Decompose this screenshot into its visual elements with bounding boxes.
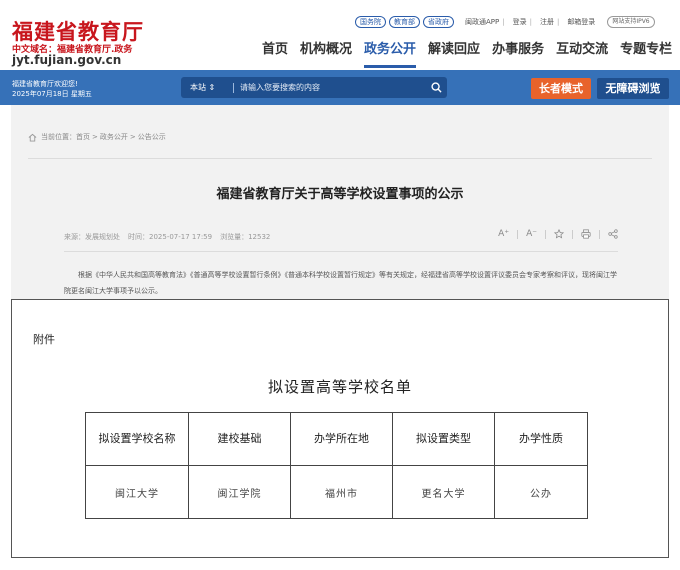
search-box: 本站 ⇕ 请输入您要搜索的内容 xyxy=(181,77,447,98)
search-scope-label: 本站 xyxy=(190,83,206,92)
table-cell: 闽江大学 xyxy=(85,465,189,519)
divider xyxy=(28,158,652,159)
table-header: 拟设置学校名称 xyxy=(85,412,189,466)
share-icon xyxy=(608,229,618,239)
school-table: 拟设置学校名称 建校基础 办学所在地 拟设置类型 办学性质 闽江大学 闽江学院 … xyxy=(85,412,588,519)
utility-bar: 福建省教育厅欢迎您! 2025年07月18日 星期五 本站 ⇕ 请输入您要搜索的… xyxy=(0,70,680,105)
article-body: 根据《中华人民共和国高等教育法》《普通高等学校设置暂行条例》《普通本科学校设置暂… xyxy=(64,271,617,295)
share-button[interactable] xyxy=(608,229,618,239)
site-domain: jyt.fujian.gov.cn xyxy=(12,53,122,67)
font-decrease-button[interactable]: A⁻ xyxy=(526,229,537,239)
ipv6-badge: 网站支持IPV6 xyxy=(607,16,655,28)
table-cell: 闽江学院 xyxy=(188,465,291,519)
font-increase-button[interactable]: A⁺ xyxy=(498,229,509,239)
divider xyxy=(572,229,573,239)
main-nav: 首页 机构概况 政务公开 解读回应 办事服务 互动交流 专题专栏 xyxy=(262,40,672,68)
link-register[interactable]: 注册 xyxy=(540,17,554,27)
site-header: 福建省教育厅 中文域名：福建省教育厅.政务 jyt.fujian.gov.cn … xyxy=(0,0,680,70)
top-links: 国务院 教育部 省政府 闽政通APP | 登录 | 注册 | 邮箱登录 网站支持… xyxy=(355,16,655,28)
search-scope-select[interactable]: 本站 ⇕ xyxy=(181,82,229,93)
nav-home[interactable]: 首页 xyxy=(262,40,288,68)
attachment-section: 附件 拟设置高等学校名单 拟设置学校名称 建校基础 办学所在地 拟设置类型 办学… xyxy=(11,299,669,558)
print-button[interactable] xyxy=(581,229,591,239)
table-header: 办学性质 xyxy=(494,412,588,466)
link-mail-login[interactable]: 邮箱登录 xyxy=(567,17,595,27)
attachment-label: 附件 xyxy=(33,333,55,346)
link-login[interactable]: 登录 xyxy=(513,17,527,27)
divider: | xyxy=(556,18,560,26)
nav-about[interactable]: 机构概况 xyxy=(300,40,352,68)
table-cell: 公办 xyxy=(494,465,588,519)
table-cell: 福州市 xyxy=(290,465,393,519)
breadcrumb-notices[interactable]: 公告公示 xyxy=(138,132,166,142)
search-icon xyxy=(430,82,442,93)
table-header: 拟设置类型 xyxy=(392,412,495,466)
breadcrumb-separator: > xyxy=(129,133,136,141)
table-header: 办学所在地 xyxy=(290,412,393,466)
elder-mode-button[interactable]: 长者模式 xyxy=(531,78,591,99)
article-source: 来源：发展规划处 xyxy=(64,233,120,241)
list-title: 拟设置高等学校名单 xyxy=(267,378,412,396)
divider xyxy=(599,229,600,239)
welcome-text: 福建省教育厅欢迎您! xyxy=(12,80,78,88)
nav-gov-affairs[interactable]: 政务公开 xyxy=(364,40,417,68)
favorite-button[interactable] xyxy=(554,229,564,239)
article-meta: 来源：发展规划处 时间：2025-07-17 17:59 浏览量：12532 xyxy=(64,232,278,242)
divider: | xyxy=(529,18,532,26)
breadcrumb-separator: > xyxy=(92,133,98,141)
link-state-council[interactable]: 国务院 xyxy=(355,16,386,28)
breadcrumb-home[interactable]: 首页 xyxy=(76,132,90,142)
divider: | xyxy=(502,18,505,26)
nav-interpretation[interactable]: 解读回应 xyxy=(428,40,480,68)
article-panel: 当前位置： 首页 > 政务公开 > 公告公示 福建省教育厅关于高等学校设置事项的… xyxy=(11,105,669,299)
star-icon xyxy=(554,229,564,239)
updown-icon: ⇕ xyxy=(208,83,216,92)
accessible-browse-button[interactable]: 无障碍浏览 xyxy=(597,78,669,99)
search-button[interactable] xyxy=(425,77,447,98)
divider xyxy=(517,229,519,239)
divider xyxy=(233,82,234,93)
search-input[interactable]: 请输入您要搜索的内容 xyxy=(240,82,425,93)
breadcrumb-gov-affairs[interactable]: 政务公开 xyxy=(100,132,128,142)
article-title: 福建省教育厅关于高等学校设置事项的公示 xyxy=(216,187,464,202)
nav-services[interactable]: 办事服务 xyxy=(492,40,544,68)
table-header: 建校基础 xyxy=(188,412,291,466)
link-provincial-gov[interactable]: 省政府 xyxy=(423,16,454,28)
article-views: 浏览量：12532 xyxy=(220,233,271,241)
nav-interaction[interactable]: 互动交流 xyxy=(556,40,608,68)
link-app[interactable]: 闽政通APP xyxy=(465,17,499,27)
divider xyxy=(545,229,546,239)
breadcrumb-label: 当前位置： xyxy=(41,133,76,141)
location-icon xyxy=(28,133,37,142)
print-icon xyxy=(581,229,591,239)
table-header-row: 拟设置学校名称 建校基础 办学所在地 拟设置类型 办学性质 xyxy=(85,412,588,466)
article-tools: A⁺ A⁻ xyxy=(498,229,618,239)
table-row: 闽江大学 闽江学院 福州市 更名大学 公办 xyxy=(85,465,588,519)
breadcrumb: 当前位置： 首页 > 政务公开 > 公告公示 xyxy=(28,132,166,142)
welcome-block: 福建省教育厅欢迎您! 2025年07月18日 星期五 xyxy=(12,79,92,99)
current-date: 2025年07月18日 星期五 xyxy=(12,90,92,98)
nav-topics[interactable]: 专题专栏 xyxy=(620,40,672,68)
link-ministry-education[interactable]: 教育部 xyxy=(389,16,420,28)
article-time: 时间：2025-07-17 17:59 xyxy=(128,233,213,241)
divider xyxy=(64,251,618,252)
table-cell: 更名大学 xyxy=(392,465,495,519)
